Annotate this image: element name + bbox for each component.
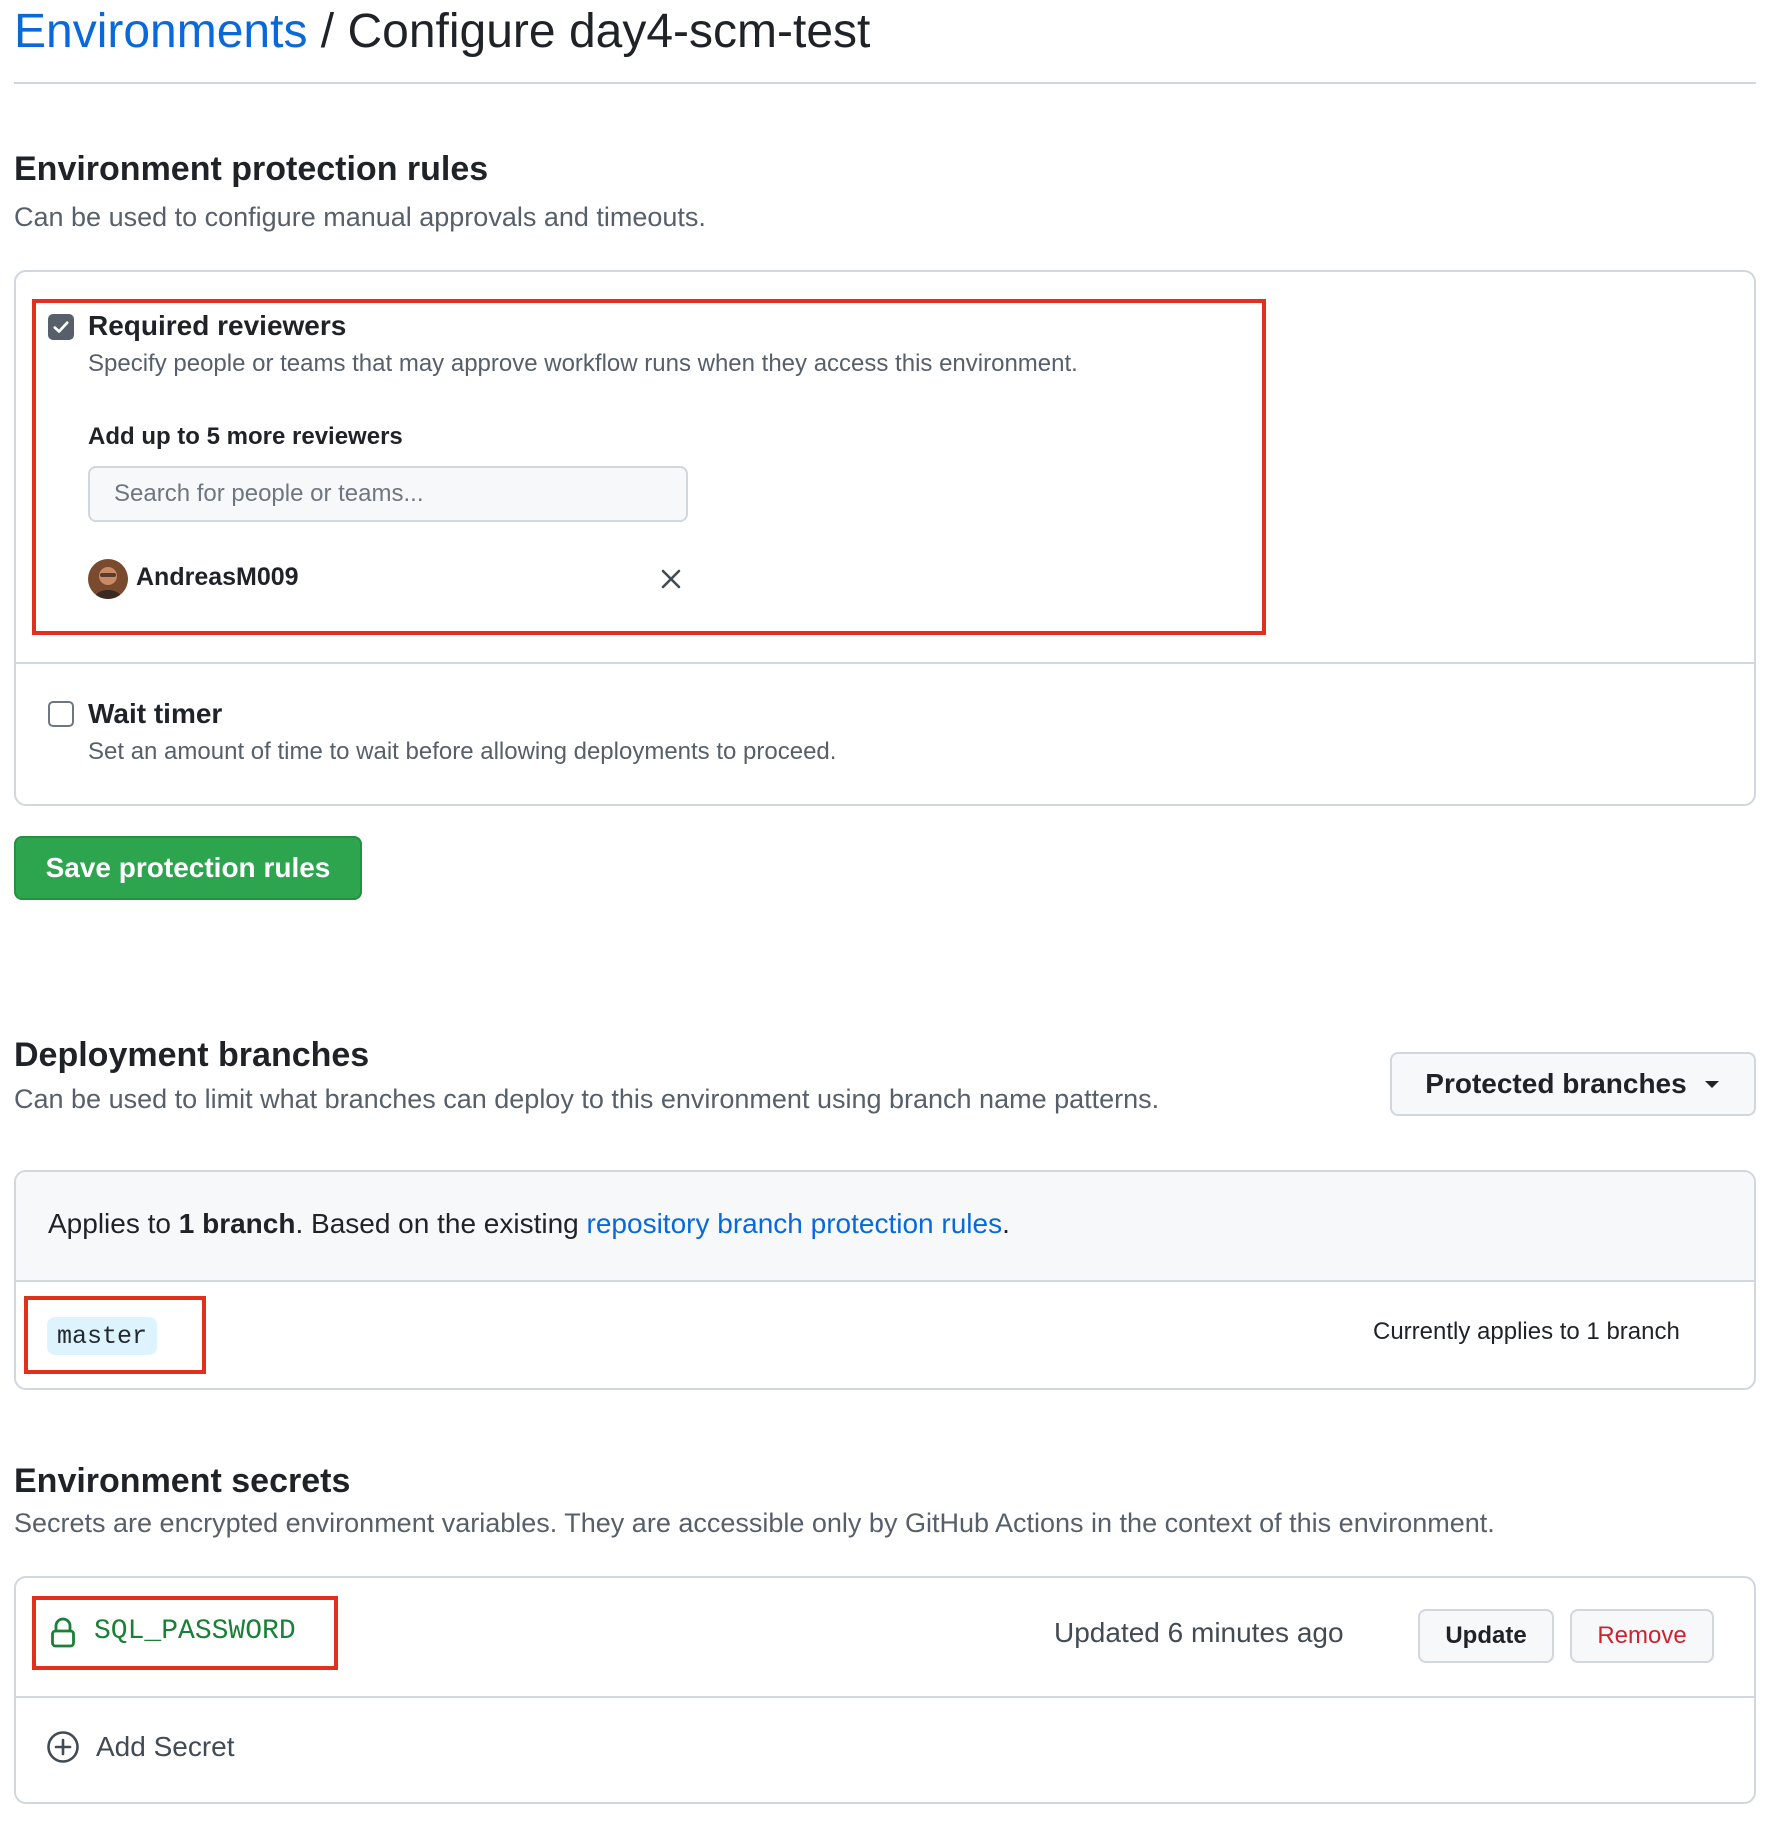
save-protection-rules-button[interactable]: Save protection rules	[14, 836, 362, 900]
secret-updated: Updated 6 minutes ago	[1054, 1617, 1344, 1648]
environment-secrets-heading: Environment secrets	[14, 1462, 351, 1500]
secret-name: SQL_PASSWORD	[94, 1616, 296, 1647]
required-reviewers-label: Required reviewers	[88, 310, 347, 341]
caret-down-icon	[1704, 1081, 1719, 1088]
add-secret-button[interactable]: Add Secret	[46, 1730, 235, 1764]
deployment-branches-description: Can be used to limit what branches can d…	[14, 1084, 1160, 1114]
applies-to-text: Applies to 1 branch. Based on the existi…	[48, 1208, 1010, 1240]
add-reviewers-label: Add up to 5 more reviewers	[88, 423, 403, 450]
breadcrumb-current: Configure day4-scm-test	[347, 5, 871, 58]
plus-circle-icon	[47, 1731, 79, 1763]
branch-protection-rules-link[interactable]: repository branch protection rules	[587, 1208, 1003, 1239]
deployment-branches-heading: Deployment branches	[14, 1036, 370, 1074]
required-reviewers-checkbox[interactable]	[48, 314, 74, 340]
wait-timer-description: Set an amount of time to wait before all…	[88, 738, 837, 765]
protection-rules-heading: Environment protection rules	[14, 150, 489, 188]
close-icon	[661, 569, 681, 589]
update-secret-label: Update	[1445, 1622, 1527, 1649]
reviewer-search-input[interactable]: Search for people or teams...	[88, 466, 688, 522]
applies-middle: . Based on the existing	[295, 1208, 587, 1239]
environment-secrets-description: Secrets are encrypted environment variab…	[14, 1508, 1495, 1538]
applies-count: 1 branch	[178, 1208, 296, 1239]
remove-secret-label: Remove	[1597, 1622, 1687, 1649]
protection-rules-description: Can be used to configure manual approval…	[14, 202, 706, 232]
remove-reviewer-button[interactable]	[658, 566, 684, 592]
required-reviewers-description: Specify people or teams that may approve…	[88, 350, 1078, 377]
rules-divider	[16, 662, 1754, 664]
update-secret-button[interactable]: Update	[1418, 1609, 1554, 1663]
breadcrumb-environments-link[interactable]: Environments	[14, 5, 307, 58]
lock-icon	[51, 1617, 75, 1648]
reviewer-name: AndreasM009	[136, 563, 299, 591]
avatar-image	[88, 559, 128, 599]
avatar	[88, 559, 128, 599]
breadcrumb-separator: /	[307, 5, 348, 58]
applies-prefix: Applies to	[48, 1208, 179, 1239]
save-protection-rules-label: Save protection rules	[45, 852, 331, 883]
deployment-branches-dropdown-label: Protected branches	[1425, 1068, 1687, 1099]
deployment-branches-box	[14, 1170, 1756, 1390]
wait-timer-checkbox[interactable]	[48, 701, 74, 727]
applies-suffix: .	[1002, 1208, 1010, 1239]
branch-tag: master	[47, 1317, 157, 1355]
page-title: Environments / Configure day4-scm-test	[14, 2, 870, 62]
secret-row: SQL_PASSWORD Updated 6 minutes ago Updat…	[14, 1576, 1756, 1694]
add-secret-label: Add Secret	[96, 1731, 235, 1762]
reviewer-search-placeholder: Search for people or teams...	[114, 480, 424, 507]
deployment-branches-dropdown[interactable]: Protected branches	[1390, 1052, 1756, 1116]
wait-timer-label: Wait timer	[88, 698, 223, 729]
branch-name: master	[56, 1321, 147, 1351]
branch-status-text: Currently applies to 1 branch	[1373, 1318, 1680, 1345]
secrets-divider	[16, 1696, 1754, 1698]
checkmark-icon	[53, 321, 69, 333]
title-divider	[14, 82, 1756, 84]
remove-secret-button[interactable]: Remove	[1570, 1609, 1714, 1663]
